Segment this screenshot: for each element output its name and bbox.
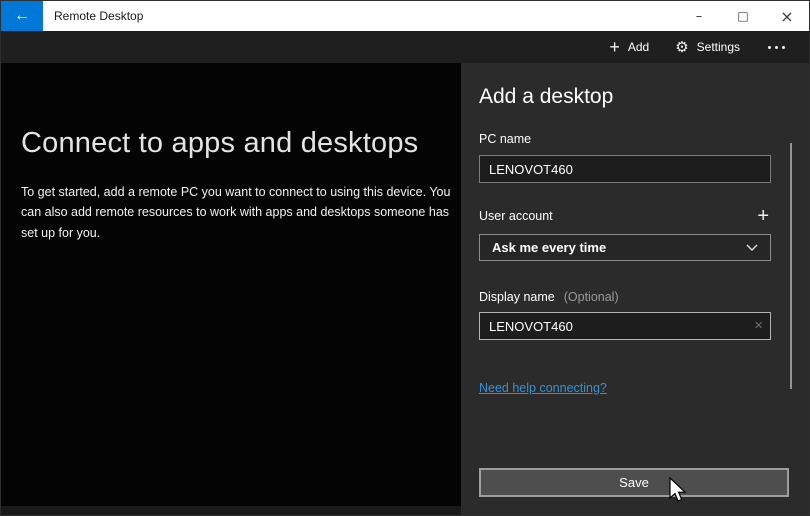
user-account-select[interactable]: Ask me every time (479, 234, 771, 261)
display-name-optional-hint: (Optional) (563, 290, 619, 304)
clear-icon: × (754, 317, 763, 335)
user-account-selected-value: Ask me every time (492, 240, 607, 255)
more-button[interactable] (766, 45, 787, 49)
save-button[interactable]: Save (479, 468, 789, 497)
close-button[interactable]: × (765, 1, 809, 31)
remote-desktop-window: ← Remote Desktop – □ × + Add ⚙ Settings (0, 0, 810, 516)
clear-input-button[interactable]: × (754, 318, 763, 333)
add-user-account-button[interactable]: + (757, 205, 771, 227)
chevron-down-icon (746, 244, 758, 251)
help-link[interactable]: Need help connecting? (479, 381, 607, 395)
pc-name-input[interactable] (479, 155, 771, 183)
display-name-input[interactable] (479, 312, 771, 340)
maximize-icon: □ (737, 9, 749, 23)
more-icon (782, 45, 785, 49)
main-content: Connect to apps and desktops To get star… (1, 63, 809, 515)
settings-button-label: Settings (696, 40, 740, 54)
user-account-label: User account (479, 208, 553, 223)
back-button[interactable]: ← (1, 1, 43, 31)
more-icon (768, 45, 771, 49)
add-button[interactable]: + Add (609, 38, 649, 56)
plus-icon: + (609, 37, 620, 57)
gear-icon: ⚙ (675, 37, 689, 56)
minimize-icon: – (695, 8, 703, 24)
display-name-row: Display name (Optional) (479, 290, 789, 305)
panel-scrollbar[interactable] (790, 143, 792, 389)
panel-title: Add a desktop (479, 85, 614, 108)
plus-icon: + (757, 205, 769, 227)
close-icon: × (780, 6, 794, 26)
maximize-button[interactable]: □ (721, 1, 765, 31)
command-toolbar: + Add ⚙ Settings (1, 31, 809, 63)
display-name-label: Display name (479, 290, 555, 304)
mouse-cursor (669, 477, 687, 502)
settings-button[interactable]: ⚙ Settings (675, 37, 740, 56)
add-desktop-panel: Add a desktop PC name User account + Ask… (461, 63, 809, 515)
save-button-label: Save (619, 475, 649, 490)
more-icon (775, 45, 778, 49)
pc-name-label: PC name (479, 132, 532, 146)
user-account-row: User account + (479, 205, 771, 227)
hero-description: To get started, add a remote PC you want… (21, 185, 451, 240)
display-name-input-wrap: × (479, 312, 771, 340)
window-title: Remote Desktop (54, 9, 144, 23)
window-controls: – □ × (677, 1, 809, 31)
back-arrow-icon: ← (14, 7, 30, 24)
hero-heading: Connect to apps and desktops (21, 127, 419, 159)
hero-panel: Connect to apps and desktops To get star… (1, 63, 461, 506)
minimize-button[interactable]: – (677, 1, 721, 31)
add-button-label: Add (627, 40, 650, 54)
titlebar: ← Remote Desktop – □ × (1, 1, 809, 31)
